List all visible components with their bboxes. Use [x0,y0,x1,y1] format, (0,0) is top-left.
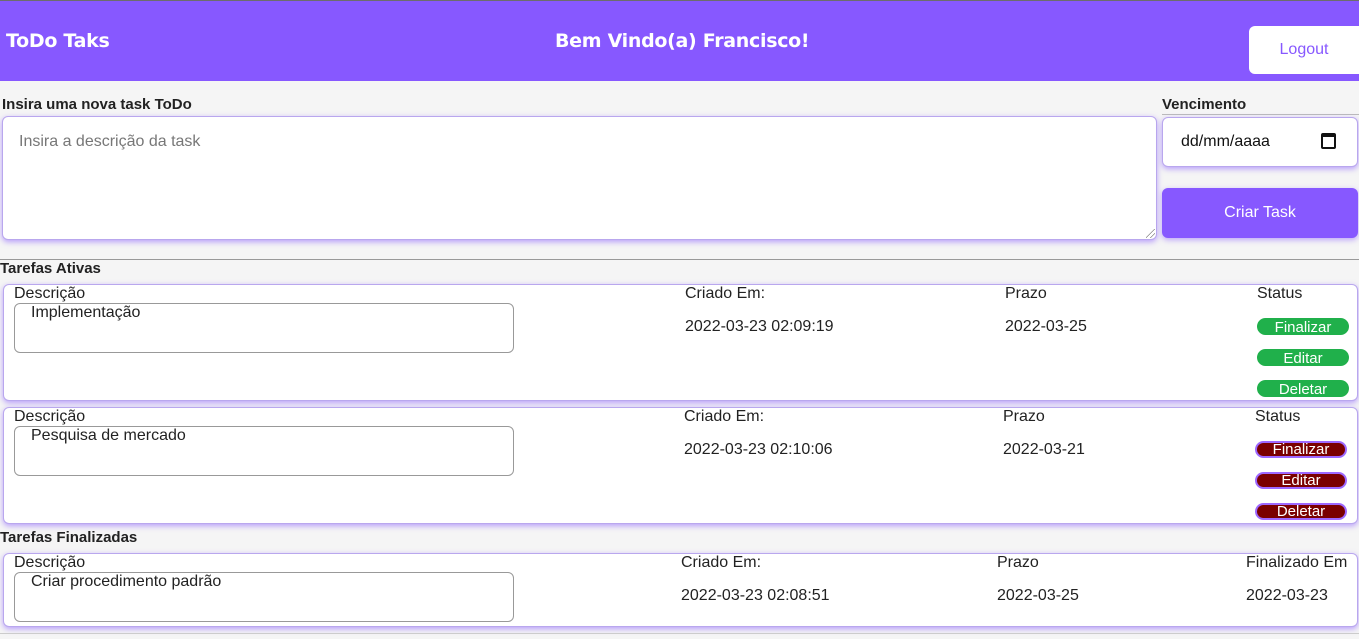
delete-button[interactable]: Deletar [1255,503,1347,520]
due-label: Prazo [1005,285,1047,302]
delete-button[interactable]: Deletar [1257,380,1349,398]
edit-button[interactable]: Editar [1255,472,1347,489]
logout-button[interactable]: Logout [1249,26,1359,74]
task-description: Criar procedimento padrão [31,573,222,590]
welcome-message: Bem Vindo(a) Francisco! [555,30,810,52]
task-description-box: Pesquisa de mercado [14,426,514,476]
top-navbar: ToDo Taks Bem Vindo(a) Francisco! Logout [0,0,1359,81]
description-label: Descrição [14,554,86,571]
due-value: 2022-03-25 [1005,318,1087,335]
created-value: 2022-03-23 02:08:51 [681,587,830,604]
status-label: Status [1257,285,1303,302]
calendar-icon[interactable] [1321,133,1336,149]
finalize-button[interactable]: Finalizar [1257,318,1349,336]
task-description-box: Criar procedimento padrão [14,572,514,622]
active-tasks-title: Tarefas Ativas [0,260,101,277]
finished-label: Finalizado Em [1246,554,1348,571]
due-label: Prazo [997,554,1039,571]
task-description-input[interactable]: Insira a descrição da task [2,116,1157,240]
edit-button[interactable]: Editar [1257,349,1349,367]
task-description-box: Implementação [14,303,514,353]
description-label: Descrição [14,285,86,302]
bottom-divider [0,633,1359,634]
section-divider [0,259,1359,260]
new-task-label: Insira uma nova task ToDo [2,96,192,113]
finished-tasks-title: Tarefas Finalizadas [0,529,138,546]
task-card: Descrição Pesquisa de mercado Criado Em:… [3,407,1358,524]
created-label: Criado Em: [684,408,765,425]
due-date-label: Vencimento [1162,96,1247,113]
status-label: Status [1255,408,1301,425]
task-description: Implementação [31,304,141,321]
app-title: ToDo Taks [6,30,110,52]
resize-grip-icon[interactable] [1146,229,1155,238]
create-task-button[interactable]: Criar Task [1162,188,1358,238]
due-value: 2022-03-21 [1003,441,1085,458]
created-value: 2022-03-23 02:09:19 [685,318,834,335]
created-label: Criado Em: [681,554,762,571]
finished-value: 2022-03-23 [1246,587,1328,604]
due-value: 2022-03-25 [997,587,1079,604]
finished-task-card: Descrição Criar procedimento padrão Cria… [3,553,1358,627]
task-description: Pesquisa de mercado [31,427,186,444]
due-date-underline [1162,114,1359,115]
created-value: 2022-03-23 02:10:06 [684,441,833,458]
finalize-button[interactable]: Finalizar [1255,441,1347,458]
created-label: Criado Em: [685,285,766,302]
description-label: Descrição [14,408,86,425]
task-card: Descrição Implementação Criado Em: 2022-… [3,284,1358,401]
due-label: Prazo [1003,408,1045,425]
